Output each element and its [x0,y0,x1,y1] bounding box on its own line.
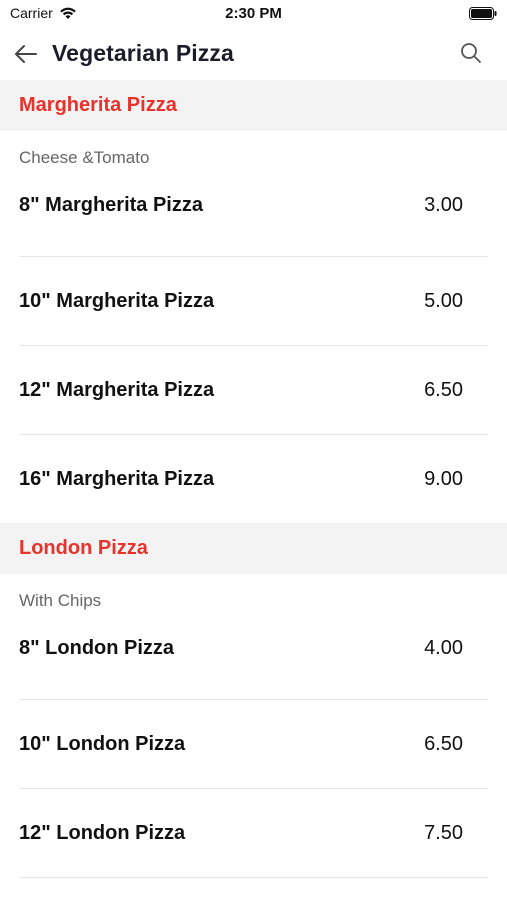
item-price: 4.00 [424,637,463,659]
status-bar: Carrier 2:30 PM [0,0,507,28]
item-name: 12" London Pizza [19,821,186,844]
menu-item[interactable]: 10" London Pizza 6.50 [19,700,488,788]
item-price: 6.50 [424,378,463,401]
menu-item[interactable]: 8" London Pizza 4.00 [19,627,488,699]
divider [19,877,488,878]
item-name: 8" Margherita Pizza [19,194,203,216]
navigation-bar: Vegetarian Pizza [0,28,507,80]
item-name: 8" London Pizza [19,637,175,659]
item-price: 5.00 [424,289,463,312]
status-time: 2:30 PM [225,5,282,22]
search-icon[interactable] [459,41,483,65]
section-title: London Pizza [19,537,148,559]
item-name: 12" Margherita Pizza [19,378,215,401]
section-description: Cheese &Tomato [19,148,150,167]
battery-icon [469,7,497,20]
menu-item[interactable]: 12" London Pizza 7.50 [19,789,488,877]
menu-item[interactable]: 12" Margherita Pizza 6.50 [19,346,488,434]
section-title: Margherita Pizza [19,94,177,116]
page-title: Vegetarian Pizza [52,40,234,66]
back-arrow-icon[interactable] [12,40,40,68]
item-price: 6.50 [424,732,463,755]
item-name: 10" Margherita Pizza [19,289,215,312]
menu-item[interactable]: 8" Margherita Pizza 3.00 [19,184,488,256]
menu-item[interactable]: 16" Margherita Pizza 9.00 [19,435,488,523]
item-name: 10" London Pizza [19,732,186,755]
menu-item[interactable]: 10" Margherita Pizza 5.00 [19,257,488,345]
item-name: 16" Margherita Pizza [19,467,215,490]
item-price: 3.00 [424,194,463,216]
section-header: London Pizza [0,523,507,574]
section-description: With Chips [19,591,102,610]
item-price: 9.00 [424,467,463,490]
section-header: Margherita Pizza [0,80,507,131]
menu-list: Margherita Pizza Cheese &Tomato 8" Margh… [0,80,507,878]
item-price: 7.50 [424,821,463,844]
